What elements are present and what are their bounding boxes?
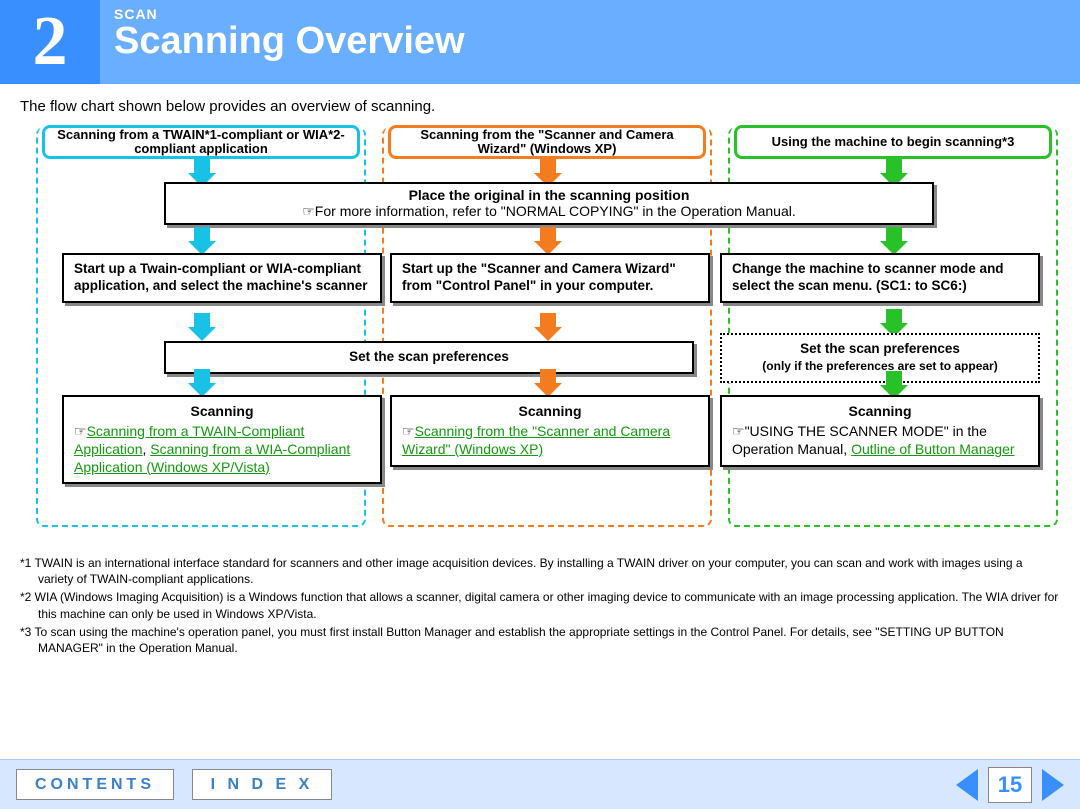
scan-title: Scanning xyxy=(402,403,698,421)
header-text: SCAN Scanning Overview xyxy=(100,0,465,84)
col2-header: Scanning from the "Scanner and Camera Wi… xyxy=(388,125,706,159)
index-button[interactable]: I N D E X xyxy=(192,769,333,800)
scan-title: Scanning xyxy=(74,403,370,421)
scan-box-2: Scanning ☞Scanning from the "Scanner and… xyxy=(390,395,710,467)
page-number: 15 xyxy=(988,767,1032,803)
arrow-down-icon xyxy=(534,227,562,255)
intro-text: The flow chart shown below provides an o… xyxy=(20,98,1060,115)
next-page-icon[interactable] xyxy=(1042,769,1064,801)
page-root: 2 SCAN Scanning Overview The flow chart … xyxy=(0,0,1080,809)
prev-page-icon[interactable] xyxy=(956,769,978,801)
arrow-down-icon xyxy=(188,227,216,255)
footer-left: CONTENTS I N D E X xyxy=(16,776,346,794)
link-wizard[interactable]: Scanning from the "Scanner and Camera Wi… xyxy=(402,423,670,458)
content-area: The flow chart shown below provides an o… xyxy=(0,84,1080,547)
scan-box-3: Scanning ☞"USING THE SCANNER MODE" in th… xyxy=(720,395,1040,467)
col1-header: Scanning from a TWAIN*1-compliant or WIA… xyxy=(42,125,360,159)
arrow-down-icon xyxy=(188,313,216,341)
place-title: Place the original in the scanning posit… xyxy=(409,187,690,203)
chapter-number: 2 xyxy=(0,0,100,84)
flowchart: Scanning from a TWAIN*1-compliant or WIA… xyxy=(20,127,1060,547)
link-button-manager[interactable]: Outline of Button Manager xyxy=(851,441,1014,457)
page-nav: 15 xyxy=(956,767,1064,803)
page-header: 2 SCAN Scanning Overview xyxy=(0,0,1080,84)
set-scan-prefs: Set the scan preferences xyxy=(164,341,694,374)
hand-icon: ☞ xyxy=(732,425,745,440)
arrow-down-icon xyxy=(534,369,562,397)
scan-box-1: Scanning ☞Scanning from a TWAIN-Complian… xyxy=(62,395,382,484)
footnote-2: *2 WIA (Windows Imaging Acquisition) is … xyxy=(20,589,1060,621)
col3-header: Using the machine to begin scanning*3 xyxy=(734,125,1052,159)
set-prefs-title: Set the scan preferences xyxy=(800,341,960,356)
arrow-down-icon xyxy=(188,369,216,397)
place-note: ☞For more information, refer to "NORMAL … xyxy=(302,203,795,219)
arrow-down-icon xyxy=(880,227,908,255)
footnote-1: *1 TWAIN is an international interface s… xyxy=(20,555,1060,587)
hand-icon: ☞ xyxy=(402,425,415,440)
place-original-box: Place the original in the scanning posit… xyxy=(164,182,934,225)
step-start-wizard: Start up the "Scanner and Camera Wizard"… xyxy=(390,253,710,303)
hand-icon: ☞ xyxy=(74,425,87,440)
step-start-twain: Start up a Twain-compliant or WIA-compli… xyxy=(62,253,382,303)
footnote-3: *3 To scan using the machine's operation… xyxy=(20,624,1060,656)
footnotes: *1 TWAIN is an international interface s… xyxy=(0,547,1080,656)
footer-bar: CONTENTS I N D E X 15 xyxy=(0,759,1080,809)
step-scanner-mode: Change the machine to scanner mode and s… xyxy=(720,253,1040,303)
scan-title: Scanning xyxy=(732,403,1028,421)
arrow-down-icon xyxy=(534,313,562,341)
contents-button[interactable]: CONTENTS xyxy=(16,769,174,800)
page-title: Scanning Overview xyxy=(114,20,465,63)
